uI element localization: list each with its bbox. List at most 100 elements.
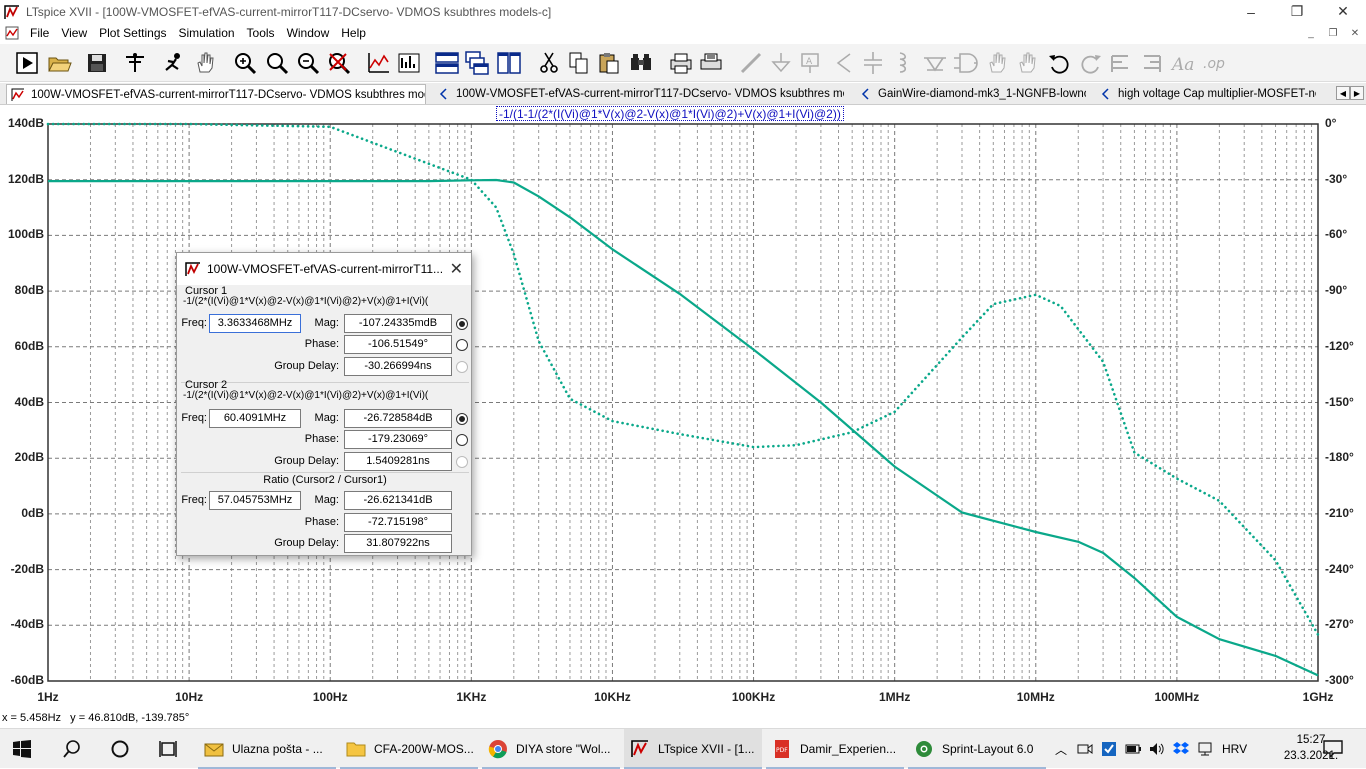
taskbar-app-explorer[interactable]: CFA-200W-MOS... [340, 729, 478, 769]
tab-scroll-left-icon[interactable]: ◀ [1336, 86, 1350, 100]
zoom-cancel-icon[interactable] [326, 50, 352, 76]
cursor2-mag-field[interactable]: -26.728584dB [344, 409, 452, 428]
taskbar-app-ltspice[interactable]: LTspice XVII - [1... [624, 729, 762, 769]
minimize-button[interactable]: – [1228, 0, 1274, 23]
print-icon[interactable] [668, 50, 694, 76]
cursor1-phase-radio[interactable] [456, 339, 468, 351]
document-icon[interactable] [4, 25, 20, 41]
mdi-minimize-button[interactable]: _ [1300, 23, 1322, 43]
tab-waveform-1[interactable]: 100W-VMOSFET-efVAS-current-mirrorT117-DC… [6, 84, 426, 104]
taskbar-app-sprint-layout[interactable]: Sprint-Layout 6.0 [908, 729, 1046, 769]
chevron-up-icon[interactable]: ︿ [1050, 741, 1072, 758]
menu-plot-settings[interactable]: Plot Settings [93, 26, 172, 40]
start-button[interactable] [12, 729, 32, 769]
print-setup-icon[interactable] [698, 50, 724, 76]
text-icon[interactable]: Aa [1170, 50, 1196, 76]
ratio-phase-field[interactable]: -72.715198° [344, 513, 452, 532]
taskbar-app-mail[interactable]: Ulazna pošta - ... [198, 729, 336, 769]
cursor1-gd-radio[interactable] [456, 361, 468, 373]
cursor2-mag-radio[interactable] [456, 413, 468, 425]
cursor1-phase-field[interactable]: -106.51549° [344, 335, 452, 354]
cursor2-gd-radio[interactable] [456, 456, 468, 468]
zoom-in-icon[interactable] [232, 50, 258, 76]
taskbar-app-pdf[interactable]: PDF Damir_Experien... [766, 729, 904, 769]
undo-icon[interactable] [1046, 50, 1072, 76]
find-icon[interactable] [628, 50, 654, 76]
move-icon[interactable] [984, 50, 1010, 76]
cursor2-phase-radio[interactable] [456, 434, 468, 446]
shield-icon[interactable] [1100, 740, 1118, 758]
y-right-tick-label: -60° [1325, 227, 1348, 242]
autorange-icon[interactable] [366, 50, 392, 76]
cursor2-freq-field[interactable]: 60.4091MHz [209, 409, 301, 428]
copy-icon[interactable] [566, 50, 592, 76]
paste-icon[interactable] [596, 50, 622, 76]
notifications-icon[interactable] [1322, 739, 1344, 759]
cursor1-freq-field[interactable]: 3.3633468MHz [209, 314, 301, 333]
wire-icon[interactable] [738, 50, 764, 76]
cut-icon[interactable] [536, 50, 562, 76]
cascade-icon[interactable] [464, 50, 490, 76]
save-icon[interactable] [84, 50, 110, 76]
cursor2-freq-label: Freq: [181, 412, 207, 424]
ground-icon[interactable] [768, 50, 794, 76]
tile-horizontal-icon[interactable] [434, 50, 460, 76]
pan-hand-icon[interactable] [192, 50, 218, 76]
control-panel-icon[interactable] [122, 50, 148, 76]
menu-file[interactable]: File [24, 26, 55, 40]
drag-icon[interactable] [1014, 50, 1040, 76]
rotate-icon[interactable] [1108, 50, 1134, 76]
dialog-title-bar[interactable]: 100W-VMOSFET-efVAS-current-mirrorT11... … [177, 253, 471, 285]
cortana-button[interactable] [110, 729, 130, 769]
tab-schematic-2[interactable]: GainWire-diamond-mk3_1-NGNFB-lownoise [854, 84, 1086, 104]
network-icon[interactable] [1196, 740, 1214, 758]
tab-schematic-1[interactable]: 100W-VMOSFET-efVAS-current-mirrorT117-DC… [432, 84, 844, 104]
cursor1-group-delay-field[interactable]: -30.266994ns [344, 357, 452, 376]
component-icon[interactable] [952, 50, 978, 76]
task-view-button[interactable] [158, 729, 178, 769]
redo-icon[interactable] [1078, 50, 1104, 76]
battery-icon[interactable] [1124, 740, 1142, 758]
cursor2-group-delay-field[interactable]: 1.5409281ns [344, 452, 452, 471]
capacitor-icon[interactable] [860, 50, 886, 76]
x-tick-label: 1Hz [37, 690, 59, 704]
probe-icon[interactable] [160, 50, 186, 76]
tile-vertical-icon[interactable] [496, 50, 522, 76]
spice-directive-icon[interactable]: .op [1202, 50, 1228, 76]
cursor1-mag-radio[interactable] [456, 318, 468, 330]
run-icon[interactable] [14, 50, 40, 76]
resistor-icon[interactable] [830, 50, 856, 76]
restore-button[interactable]: ❐ [1274, 0, 1320, 23]
menu-help[interactable]: Help [335, 26, 372, 40]
meet-now-icon[interactable] [1076, 740, 1094, 758]
ratio-group-delay-field[interactable]: 31.807922ns [344, 534, 452, 553]
trace-label[interactable]: -1/(1-1/(2*(I(Vi)@1*V(x)@2-V(x)@1*I(Vi)@… [496, 106, 844, 121]
ratio-freq-field[interactable]: 57.045753MHz [209, 491, 301, 510]
diode-icon[interactable] [922, 50, 948, 76]
menu-window[interactable]: Window [281, 26, 336, 40]
fft-icon[interactable] [396, 50, 422, 76]
mdi-close-button[interactable]: ✕ [1344, 23, 1366, 43]
taskbar-app-chrome[interactable]: DIYA store "Wol... [482, 729, 620, 769]
volume-icon[interactable] [1148, 740, 1166, 758]
tab-schematic-3[interactable]: high voltage Cap multiplier-MOSFET-new [1094, 84, 1316, 104]
zoom-area-icon[interactable] [264, 50, 290, 76]
ratio-mag-field[interactable]: -26.621341dB [344, 491, 452, 510]
open-icon[interactable] [46, 50, 72, 76]
language-indicator[interactable]: HRV [1222, 742, 1247, 756]
close-button[interactable]: ✕ [1320, 0, 1366, 23]
search-button[interactable] [62, 729, 82, 769]
menu-simulation[interactable]: Simulation [173, 26, 241, 40]
mirror-icon[interactable] [1138, 50, 1164, 76]
menu-view[interactable]: View [55, 26, 93, 40]
cursor2-phase-field[interactable]: -179.23069° [344, 430, 452, 449]
tab-scroll-right-icon[interactable]: ▶ [1350, 86, 1364, 100]
inductor-icon[interactable] [890, 50, 916, 76]
menu-tools[interactable]: Tools [241, 26, 281, 40]
dialog-close-icon[interactable]: ✕ [450, 259, 463, 279]
dropbox-icon[interactable] [1172, 740, 1190, 758]
label-icon[interactable]: A [798, 50, 824, 76]
mdi-restore-button[interactable]: ❐ [1322, 23, 1344, 43]
zoom-out-icon[interactable] [295, 50, 321, 76]
cursor1-mag-field[interactable]: -107.24335mdB [344, 314, 452, 333]
